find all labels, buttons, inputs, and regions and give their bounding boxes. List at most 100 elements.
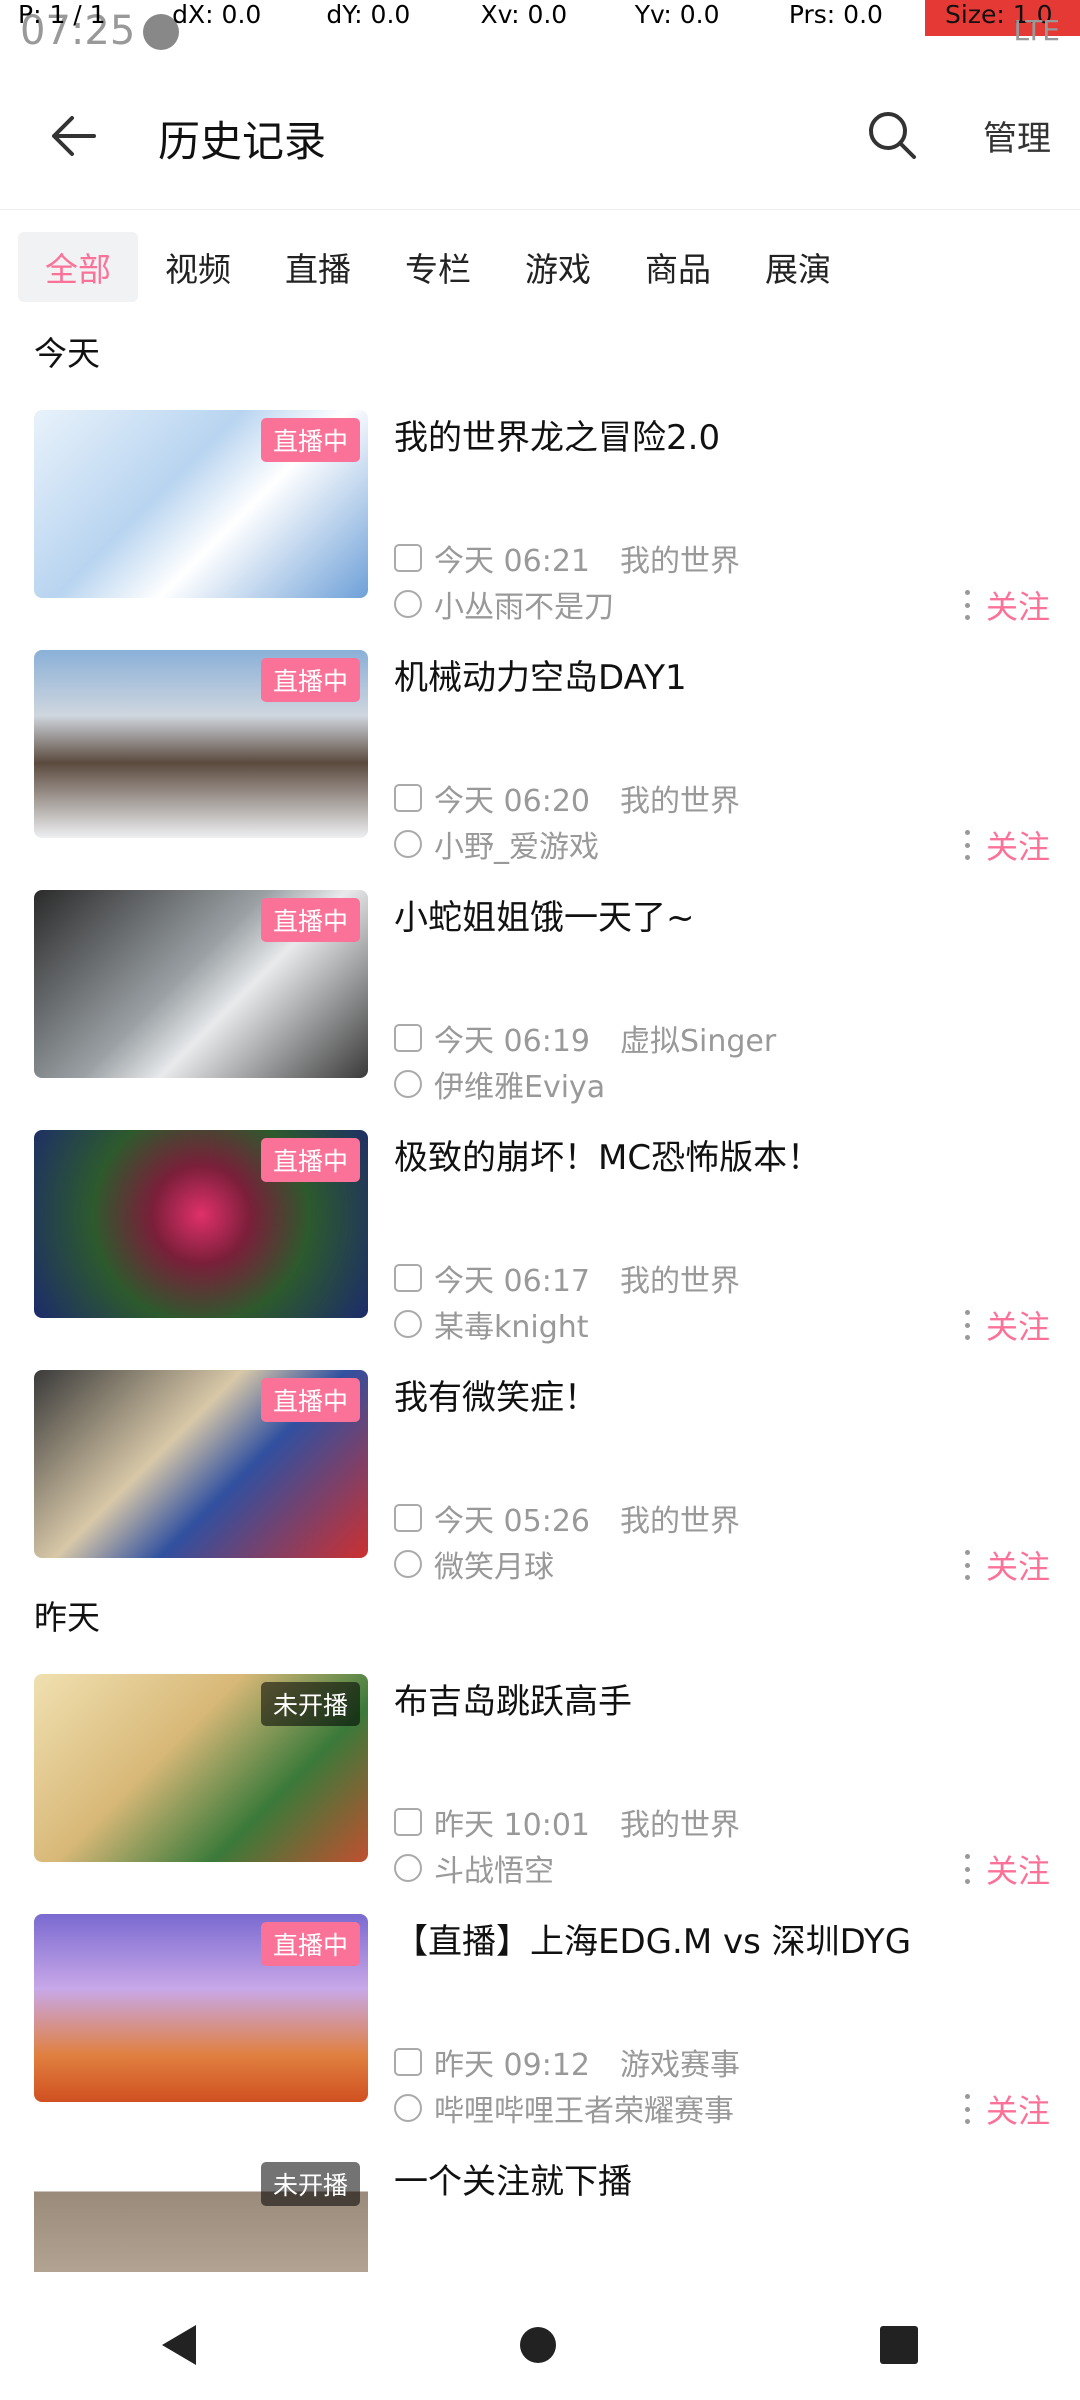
more-icon[interactable]	[964, 1310, 972, 1340]
live-area: 我的世界	[620, 784, 740, 819]
tab-3[interactable]: 专栏	[378, 232, 498, 302]
item-meta: 今天 06:19 虚拟Singer	[394, 1016, 776, 1060]
follow-label: 关注	[985, 588, 1050, 626]
device-icon	[394, 1024, 422, 1052]
uploader-icon	[394, 1854, 422, 1882]
thumbnail[interactable]: 未开播	[34, 1674, 368, 1862]
watch-time: 今天 06:20	[434, 784, 590, 819]
uploader-name: 某毒knight	[434, 1310, 589, 1345]
nav-home-button[interactable]	[520, 2327, 556, 2363]
thumbnail[interactable]: 直播中	[34, 650, 368, 838]
live-status-badge: 直播中	[260, 658, 360, 702]
nav-recents-button[interactable]	[880, 2326, 918, 2364]
uploader: 斗战悟空	[394, 1846, 554, 1890]
more-icon[interactable]	[964, 2094, 972, 2124]
follow-button[interactable]: 关注	[964, 1542, 1050, 1588]
uploader-name: 小野_爱游戏	[434, 830, 599, 865]
history-item[interactable]: 直播中 【直播】上海EDG.M vs 深圳DYG 昨天 09:12 游戏赛事 哔哩哔哩王…	[30, 1890, 1050, 2130]
more-icon[interactable]	[964, 830, 972, 860]
arrow-left-icon	[52, 116, 96, 156]
history-item[interactable]: 未开播 一个关注就下播	[30, 2130, 1050, 2272]
device-icon	[394, 544, 422, 572]
debug-dx: dX: 0.0	[172, 0, 262, 29]
history-item[interactable]: 直播中 机械动力空岛DAY1 今天 06:20 我的世界 小野_爱游戏 关注	[30, 626, 1050, 866]
uploader-name: 伊维雅Eviya	[434, 1070, 606, 1105]
live-area: 游戏赛事	[620, 2048, 740, 2083]
live-status-badge: 直播中	[260, 418, 360, 462]
follow-button[interactable]: 关注	[964, 582, 1050, 628]
tab-4[interactable]: 游戏	[498, 232, 618, 302]
watch-time: 昨天 10:01	[434, 1808, 590, 1843]
live-status-badge: 直播中	[260, 1138, 360, 1182]
item-title: 布吉岛跳跃高手	[394, 1682, 632, 1722]
item-meta: 今天 06:20 我的世界	[394, 776, 740, 820]
follow-label: 关注	[985, 828, 1050, 866]
history-item[interactable]: 直播中 小蛇姐姐饿一天了~ 今天 06:19 虚拟Singer 伊维雅Eviya	[30, 866, 1050, 1106]
debug-xv: Xv: 0.0	[480, 0, 568, 29]
history-item[interactable]: 直播中 我有微笑症！ 今天 05:26 我的世界 微笑月球 关注	[30, 1346, 1050, 1586]
device-icon	[394, 784, 422, 812]
thumbnail[interactable]: 直播中	[34, 1914, 368, 2102]
live-area: 我的世界	[620, 544, 740, 579]
pointer-debug-bar: P: 1 / 1 dX: 0.0 dY: 0.0 Xv: 0.0 Yv: 0.0…	[0, 0, 1080, 36]
follow-label: 关注	[985, 1308, 1050, 1346]
tab-6[interactable]: 展演	[738, 232, 858, 302]
category-tabs: 全部 视频 直播 专栏 游戏 商品 展演	[0, 232, 1080, 302]
live-status-badge: 直播中	[260, 1378, 360, 1422]
follow-button[interactable]: 关注	[964, 822, 1050, 868]
thumbnail[interactable]: 未开播	[34, 2154, 368, 2272]
live-status-badge: 直播中	[260, 1922, 360, 1966]
follow-button[interactable]: 关注	[964, 1302, 1050, 1348]
uploader-icon	[394, 1310, 422, 1338]
uploader-icon	[394, 2094, 422, 2122]
history-item[interactable]: 未开播 布吉岛跳跃高手昨天 10:01 我的世界斗战悟空 关注	[30, 1650, 1050, 1890]
tab-0[interactable]: 全部	[18, 232, 138, 302]
uploader-icon	[394, 1550, 422, 1578]
status-bar: 07:25 P: 1 / 1 dX: 0.0 dY: 0.0 Xv: 0.0 Y…	[0, 0, 1080, 62]
item-title: 极致的崩坏！MC恐怖版本！	[394, 1138, 822, 1178]
follow-button[interactable]: 关注	[964, 1846, 1050, 1892]
uploader: 哔哩哔哩王者荣耀赛事	[394, 2086, 734, 2130]
thumbnail[interactable]: 直播中	[34, 410, 368, 598]
live-area: 我的世界	[620, 1808, 740, 1843]
device-icon	[394, 1808, 422, 1836]
section-title: 今天	[34, 334, 100, 373]
item-title: 【直播】上海EDG.M vs 深圳DYG	[394, 1922, 912, 1962]
search-icon	[869, 112, 916, 159]
tab-5[interactable]: 商品	[618, 232, 738, 302]
uploader: 微笑月球	[394, 1542, 554, 1586]
more-icon[interactable]	[964, 590, 972, 620]
thumbnail[interactable]: 直播中	[34, 890, 368, 1078]
follow-button[interactable]: 关注	[964, 2086, 1050, 2132]
history-item[interactable]: 直播中 我的世界龙之冒险2.0 今天 06:21 我的世界小丛雨不是刀 关注	[30, 386, 1050, 626]
more-icon[interactable]	[964, 1854, 972, 1884]
tab-1[interactable]: 视频	[138, 232, 258, 302]
nav-back-button[interactable]	[162, 2325, 196, 2365]
watch-time: 昨天 09:12	[434, 2048, 590, 2083]
watch-time: 今天 05:26	[434, 1504, 590, 1539]
item-meta: 今天 06:21 我的世界	[394, 536, 740, 580]
more-icon[interactable]	[964, 1550, 972, 1580]
back-button[interactable]	[0, 62, 146, 210]
tab-2[interactable]: 直播	[258, 232, 378, 302]
manage-button[interactable]: 管理	[954, 70, 1080, 200]
uploader: 伊维雅Eviya	[394, 1062, 605, 1106]
search-button[interactable]	[830, 70, 954, 200]
uploader: 小野_爱游戏	[394, 822, 599, 866]
device-icon	[394, 1264, 422, 1292]
system-nav-bar	[0, 2290, 1080, 2400]
device-icon	[394, 2048, 422, 2076]
item-title: 我的世界龙之冒险2.0	[394, 418, 721, 458]
thumbnail[interactable]: 直播中	[34, 1130, 368, 1318]
history-list[interactable]: 今天 直播中 我的世界龙之冒险2.0 今天 06:21 我的世界 小丛雨不是刀 关注 直播中机…	[30, 322, 1050, 2272]
uploader-name: 微笑月球	[434, 1550, 554, 1585]
watch-time: 今天 06:19	[434, 1024, 590, 1059]
live-status-badge: 直播中	[260, 898, 360, 942]
item-meta: 昨天 10:01 我的世界	[394, 1800, 740, 1844]
thumbnail[interactable]: 直播中	[34, 1370, 368, 1558]
uploader-name: 小丛雨不是刀	[434, 590, 614, 625]
page-title: 历史记录	[158, 117, 327, 166]
history-item[interactable]: 直播中 极致的崩坏！MC恐怖版本！ 今天 06:17 我的世界 某毒knight 关注	[30, 1106, 1050, 1346]
follow-label: 关注	[985, 1548, 1050, 1586]
live-area: 虚拟Singer	[620, 1024, 777, 1059]
